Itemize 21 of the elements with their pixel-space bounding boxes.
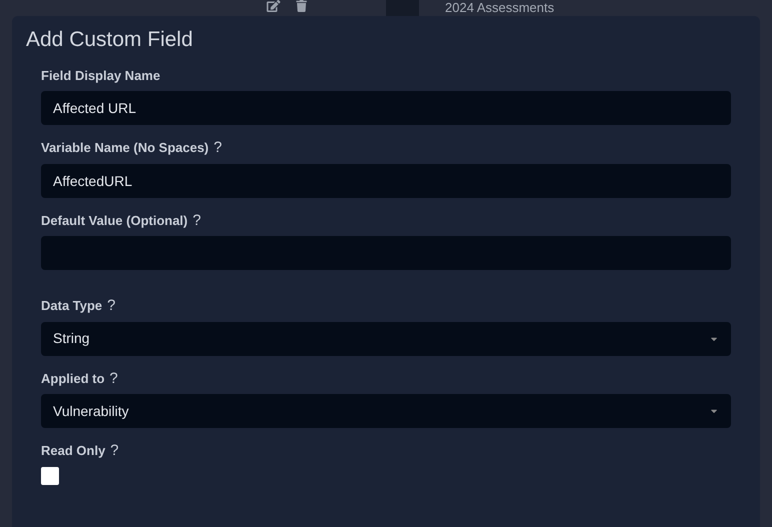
text-field[interactable]: AffectedURL [41,164,731,198]
edit-icon[interactable] [266,0,281,12]
dropdown-field[interactable]: Vulnerability [41,394,731,428]
help-icon[interactable]: ? [107,298,116,314]
field-label: Default Value (Optional) [41,212,188,230]
text-field[interactable]: Affected URL [41,91,731,125]
help-icon[interactable]: ? [192,212,201,228]
field-label: Applied to [41,370,105,388]
help-icon[interactable]: ? [110,443,119,458]
text-field[interactable] [41,236,731,270]
help-icon[interactable]: ? [214,140,222,156]
field-label: Read Only [41,442,106,460]
assessments-heading: 2024 Assessments [445,0,554,16]
dialog-title: Add Custom Field [26,27,194,53]
dropdown-field[interactable]: String [41,322,731,356]
field-label: Variable Name (No Spaces) [41,139,209,157]
field-label: Data Type [41,297,102,315]
field-label: Field Display Name [41,66,160,85]
trash-icon[interactable] [295,0,308,12]
help-icon[interactable]: ? [110,370,118,386]
checkbox[interactable] [41,466,59,484]
